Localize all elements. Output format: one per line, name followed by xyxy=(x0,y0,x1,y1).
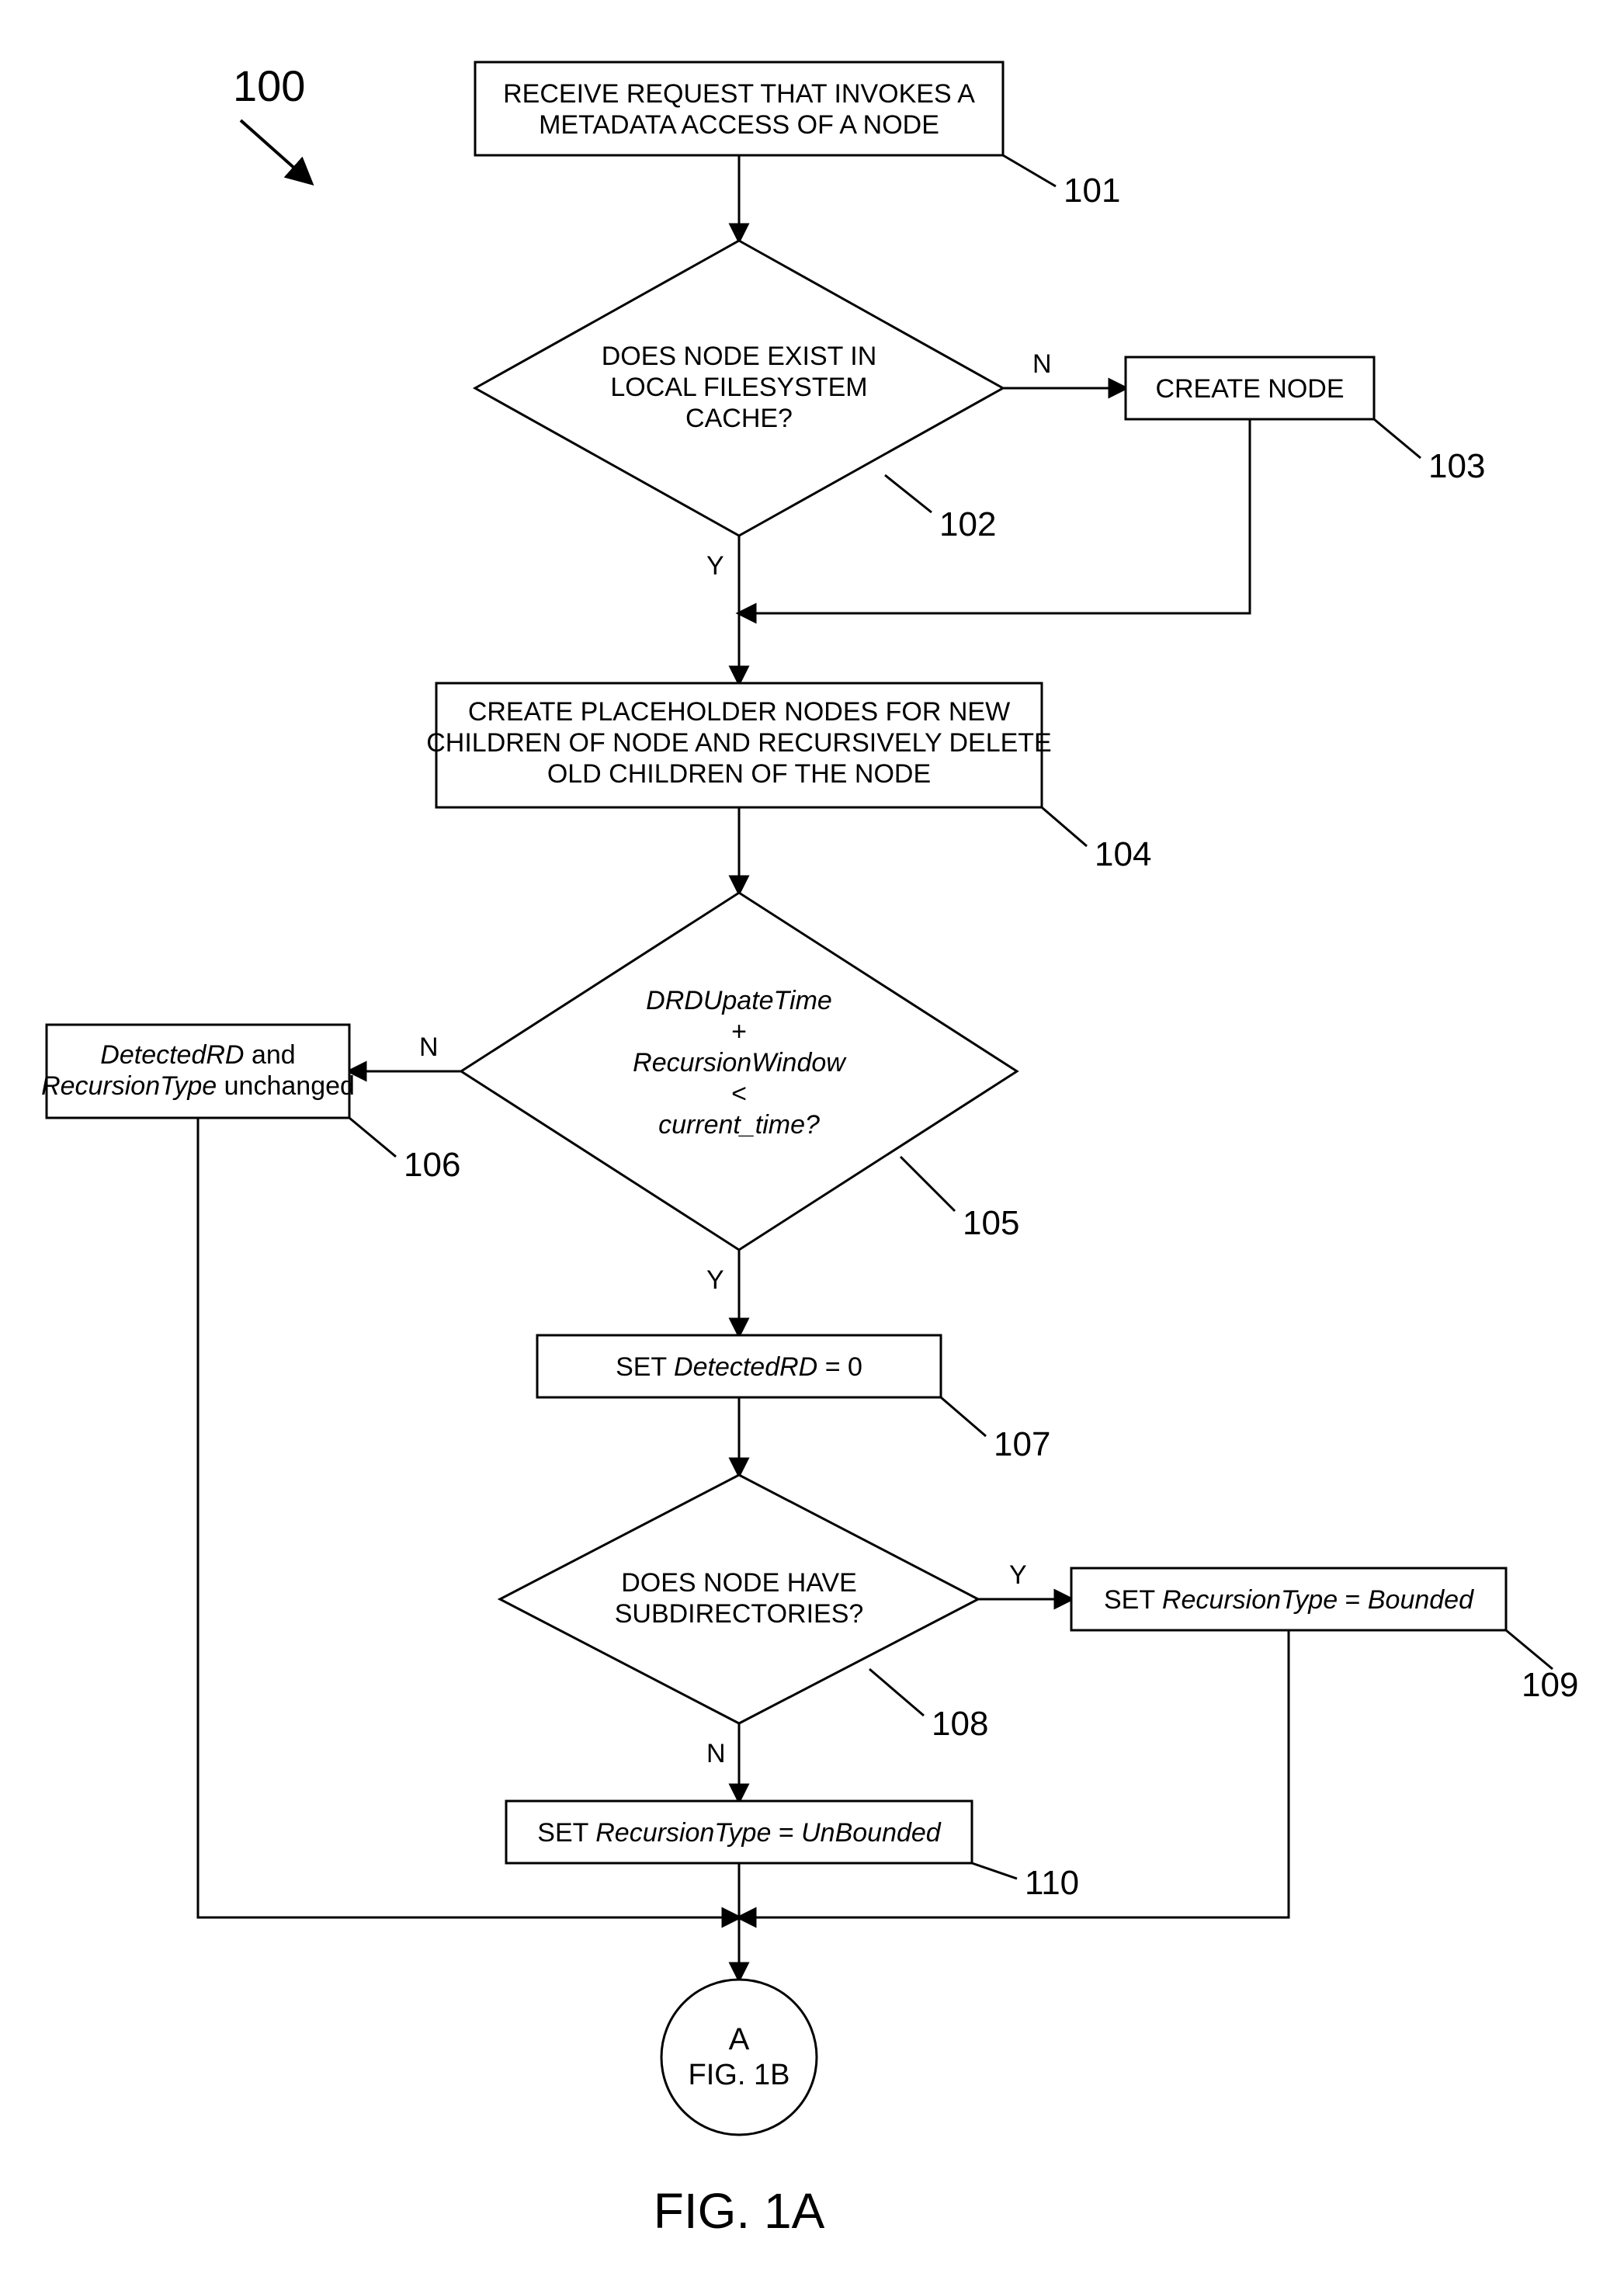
node-109-text: SET RecursionType = Bounded xyxy=(1104,1585,1474,1615)
ref-106: 106 xyxy=(404,1146,460,1184)
edge-108-no-label: N xyxy=(706,1739,726,1768)
ref-110-leader xyxy=(972,1863,1017,1879)
ref-108: 108 xyxy=(932,1705,988,1743)
flowchart-svg: 100 RECEIVE REQUEST THAT INVOKES A METAD… xyxy=(0,0,1624,2273)
ref-105-leader xyxy=(900,1157,955,1211)
node-105-line4: < xyxy=(731,1079,747,1109)
ref-103-leader xyxy=(1374,419,1421,458)
ref-109-leader xyxy=(1506,1630,1553,1669)
edge-105-yes-label: Y xyxy=(706,1265,724,1295)
node-104-line1: CREATE PLACEHOLDER NODES FOR NEW xyxy=(468,697,1010,727)
ref-103: 103 xyxy=(1428,447,1485,485)
ref-101: 101 xyxy=(1064,172,1120,210)
ref-104-leader xyxy=(1042,807,1087,846)
figure-number-label: 100 xyxy=(233,61,305,110)
ref-108-leader xyxy=(869,1669,924,1716)
node-105-line3: RecursionWindow xyxy=(633,1048,847,1078)
edge-108-yes-label: Y xyxy=(1009,1560,1027,1590)
node-103-line1: CREATE NODE xyxy=(1155,374,1344,404)
node-106-line1: DetectedRD and xyxy=(100,1040,295,1070)
edge-102-yes-label: Y xyxy=(706,551,724,581)
node-110-text: SET RecursionType = UnBounded xyxy=(537,1818,942,1848)
ref-107-leader xyxy=(941,1397,986,1436)
node-108-line1: DOES NODE HAVE xyxy=(621,1568,857,1598)
node-102-line2: LOCAL FILESYSTEM xyxy=(610,373,867,402)
node-101-line1: RECEIVE REQUEST THAT INVOKES A xyxy=(503,79,975,109)
ref-107: 107 xyxy=(994,1425,1050,1463)
ref-105: 105 xyxy=(963,1204,1019,1242)
node-108-line2: SUBDIRECTORIES? xyxy=(615,1599,864,1629)
node-106-line2: RecursionType unchanged xyxy=(41,1071,355,1101)
node-102-line1: DOES NODE EXIST IN xyxy=(602,342,877,371)
node-104-line3: OLD CHILDREN OF THE NODE xyxy=(547,759,931,789)
connector-letter: A xyxy=(729,2022,750,2056)
node-107-text: SET DetectedRD = 0 xyxy=(616,1352,862,1382)
node-102-line3: CACHE? xyxy=(685,404,793,433)
edge-102-no-label: N xyxy=(1032,349,1052,379)
node-104-line2: CHILDREN OF NODE AND RECURSIVELY DELETE xyxy=(426,728,1051,758)
ref-104: 104 xyxy=(1095,835,1151,873)
node-105-line2: + xyxy=(731,1017,747,1046)
ref-110: 110 xyxy=(1025,1864,1079,1902)
node-101-box xyxy=(475,62,1003,155)
edge-105-no-label: N xyxy=(419,1032,439,1062)
connector-circle xyxy=(661,1980,817,2135)
ref-106-leader xyxy=(349,1118,396,1157)
ref-109: 109 xyxy=(1522,1666,1578,1704)
figure-caption: FIG. 1A xyxy=(654,2183,825,2239)
figure-number-arrow xyxy=(241,120,311,182)
node-105-line5: current_time? xyxy=(658,1110,820,1140)
ref-101-leader xyxy=(1003,155,1056,186)
node-105-line1: DRDUpateTime xyxy=(646,986,832,1015)
ref-102-leader xyxy=(885,475,932,512)
ref-102: 102 xyxy=(939,505,996,543)
node-101-line2: METADATA ACCESS OF A NODE xyxy=(539,110,939,140)
connector-caption: FIG. 1B xyxy=(689,2059,790,2091)
